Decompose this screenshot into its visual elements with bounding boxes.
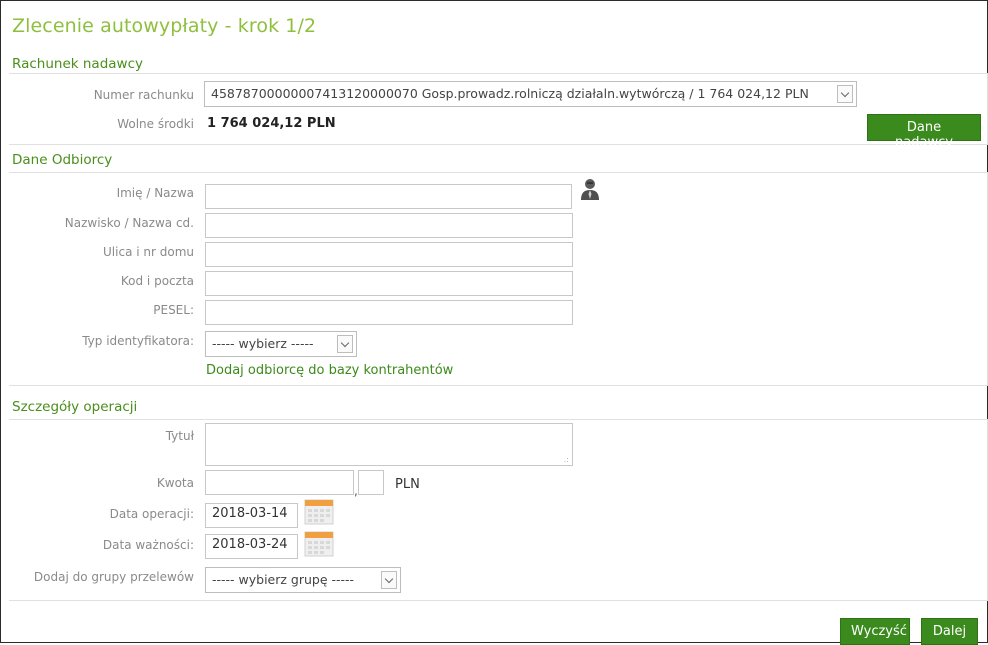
expiry-date-input[interactable]: 2018-03-24	[205, 534, 298, 559]
account-label: Numer rachunku	[93, 88, 194, 102]
funds-label: Wolne środki	[117, 117, 194, 131]
pesel-label: PESEL:	[153, 303, 194, 317]
chevron-down-icon	[337, 335, 353, 353]
account-select-value: 45878700000007413120000070 Gosp.prowadz.…	[211, 86, 809, 101]
sender-data-button[interactable]: Dane nadawcy	[867, 114, 981, 150]
contact-person-icon[interactable]	[580, 177, 600, 201]
resize-handle-icon[interactable]: .:	[564, 455, 569, 464]
id-type-label: Typ identyfikatora:	[82, 334, 194, 348]
street-input[interactable]	[205, 242, 573, 267]
transfer-group-select[interactable]: ----- wybierz grupę -----	[205, 567, 401, 593]
operation-date-input[interactable]: 2018-03-14	[205, 503, 298, 528]
expiry-date-value: 2018-03-24	[212, 537, 288, 552]
title-label: Tytuł	[165, 429, 194, 443]
calendar-icon[interactable]	[304, 497, 334, 525]
id-type-select[interactable]: ----- wybierz -----	[205, 331, 357, 357]
id-type-select-value: ----- wybierz -----	[212, 336, 314, 351]
section-recipient-heading: Dane Odbiorcy	[12, 152, 113, 168]
page-title: Zlecenie autowypłaty - krok 1/2	[12, 15, 317, 37]
transfer-group-label: Dodaj do grupy przelewów	[33, 570, 194, 584]
chevron-down-icon	[837, 85, 853, 103]
name-label: Imię / Nazwa	[116, 186, 194, 200]
clear-button[interactable]: Wyczyść	[840, 618, 910, 645]
surname-input[interactable]	[205, 213, 573, 238]
chevron-down-icon	[381, 571, 397, 589]
amount-decimal-input[interactable]	[358, 470, 384, 495]
amount-whole-input[interactable]	[205, 470, 354, 495]
postal-input[interactable]	[205, 271, 573, 296]
currency-label: PLN	[395, 477, 420, 492]
operation-date-label: Data operacji:	[109, 507, 194, 521]
account-select[interactable]: 45878700000007413120000070 Gosp.prowadz.…	[204, 81, 857, 107]
form-window: Zlecenie autowypłaty - krok 1/2 Rachunek…	[0, 0, 988, 645]
funds-value: 1 764 024,12 PLN	[207, 116, 336, 131]
amount-label: Kwota	[156, 476, 194, 490]
name-input[interactable]	[205, 184, 572, 209]
pesel-input[interactable]	[205, 300, 573, 325]
calendar-icon[interactable]	[304, 529, 334, 557]
street-label: Ulica i nr domu	[103, 245, 194, 259]
section-sender-heading: Rachunek nadawcy	[12, 56, 143, 72]
operation-date-value: 2018-03-14	[212, 506, 288, 521]
transfer-group-select-value: ----- wybierz grupę -----	[212, 572, 355, 587]
transfer-title-textarea[interactable]: .:	[205, 423, 573, 466]
next-button[interactable]: Dalej	[921, 618, 978, 645]
postal-label: Kod i poczta	[120, 274, 194, 288]
section-details-heading: Szczegóły operacji	[12, 399, 138, 415]
surname-label: Nazwisko / Nazwa cd.	[64, 216, 194, 230]
expiry-date-label: Data ważności:	[102, 538, 194, 552]
add-contractor-link[interactable]: Dodaj odbiorcę do bazy kontrahentów	[206, 363, 453, 378]
